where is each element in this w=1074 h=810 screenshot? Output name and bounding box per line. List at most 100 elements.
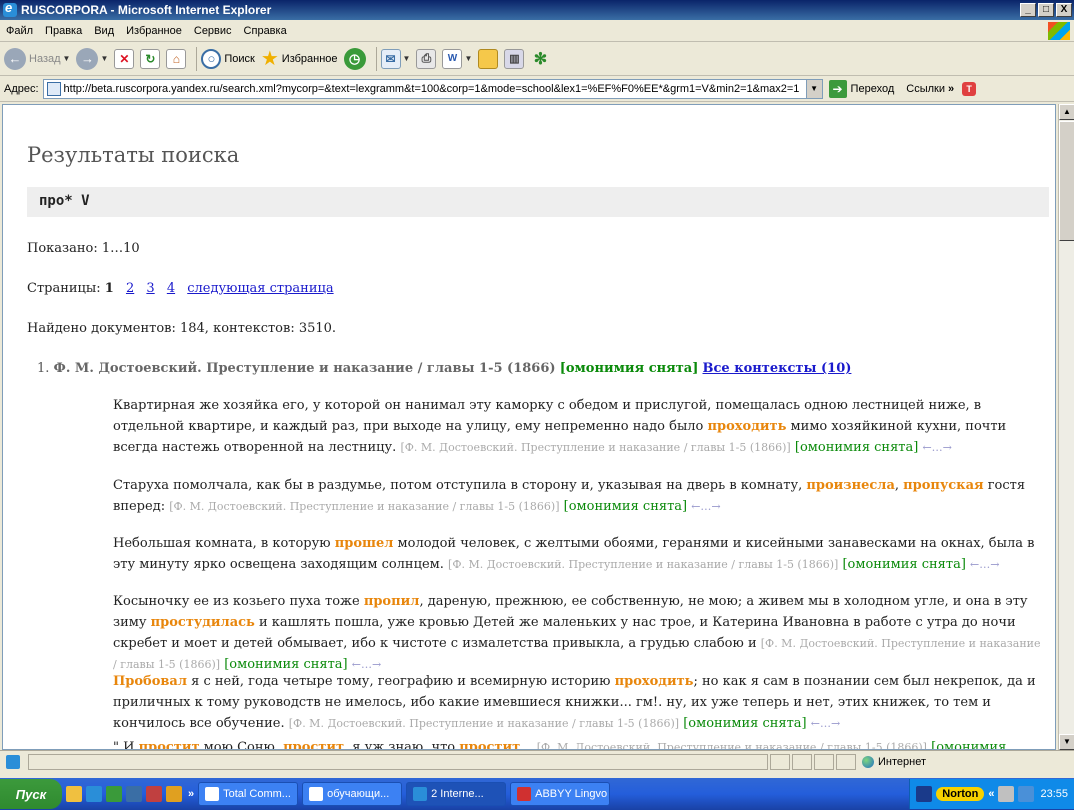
context-nav-arrows[interactable]: ←…→ <box>691 500 720 513</box>
snippet-match: простит <box>138 740 200 750</box>
word-icon[interactable] <box>126 786 142 802</box>
task-label: Total Comm... <box>223 788 291 800</box>
zone-label: Интернет <box>878 755 926 768</box>
menu-favorites[interactable]: Избранное <box>120 25 188 37</box>
minimize-button[interactable]: _ <box>1020 3 1036 17</box>
word-icon[interactable]: W <box>442 48 463 69</box>
source-reference[interactable]: [Ф. М. Достоевский. Преступление и наказ… <box>400 441 790 454</box>
links-button[interactable]: Ссылки <box>906 83 945 95</box>
snippet-text: Косыночку ее из козьего пуха тоже <box>113 594 364 609</box>
address-url[interactable]: http://beta.ruscorpora.yandex.ru/search.… <box>64 83 806 95</box>
menu-tools[interactable]: Сервис <box>188 25 238 37</box>
menu-view[interactable]: Вид <box>88 25 120 37</box>
context-nav-arrows[interactable]: ←…→ <box>352 658 381 671</box>
folder-icon[interactable] <box>166 786 182 802</box>
ie-icon <box>413 787 428 801</box>
start-button[interactable]: Пуск <box>0 779 62 809</box>
current-page: 1 <box>104 281 114 296</box>
source-reference[interactable]: [Ф. М. Достоевский. Преступление и наказ… <box>537 741 927 749</box>
taskbar-button-document[interactable]: обучающи... <box>302 782 403 806</box>
taskbar-button-total-commander[interactable]: Total Comm... <box>198 782 299 806</box>
go-button[interactable]: ➔ Переход <box>828 79 894 98</box>
volume-icon[interactable] <box>998 786 1015 802</box>
scroll-up-button[interactable]: ▲ <box>1059 104 1074 120</box>
translate-icon[interactable]: T <box>962 81 977 96</box>
chevron-right-icon[interactable]: » <box>188 788 194 800</box>
context-snippet: Старуха помолчала, как бы в раздумье, по… <box>113 475 1047 517</box>
page-link-3[interactable]: 3 <box>146 281 154 296</box>
globe-icon <box>862 755 874 768</box>
back-button[interactable]: ← Назад ▼ <box>4 47 71 70</box>
homonymy-note: [омонимия снята] <box>794 440 919 455</box>
window-title: RUSCORPORA - Microsoft Internet Explorer <box>21 3 272 17</box>
snippet-text: , я уж знаю, что <box>344 740 460 750</box>
norton-icon[interactable]: Norton <box>936 787 985 801</box>
scroll-thumb[interactable] <box>1059 121 1074 241</box>
tray-expand-button[interactable]: « <box>988 788 994 800</box>
source-reference[interactable]: [Ф. М. Достоевский. Преступление и наказ… <box>169 500 559 513</box>
close-button[interactable]: X <box>1056 3 1072 17</box>
menu-help[interactable]: Справка <box>238 25 293 37</box>
ie-page-icon <box>6 754 20 769</box>
source-reference[interactable]: [Ф. М. Достоевский. Преступление и наказ… <box>448 558 838 571</box>
favorites-button[interactable]: ★ Избранное <box>261 46 338 71</box>
address-label: Адрес: <box>4 82 39 95</box>
snippet-text: я с ней, года четыре тому, географию и в… <box>187 674 615 689</box>
chevron-down-icon[interactable]: ▼ <box>464 54 472 63</box>
context-snippet: Квартирная же хозяйка его, у которой он … <box>113 395 1047 458</box>
menu-edit[interactable]: Правка <box>39 25 88 37</box>
quicklaunch-icon[interactable] <box>66 786 82 802</box>
snippet-text: мою Соню, <box>199 740 284 750</box>
address-input[interactable]: http://beta.ruscorpora.yandex.ru/search.… <box>42 78 823 99</box>
taskbar-button-lingvo[interactable]: ABBYY Lingvo <box>510 782 611 806</box>
back-arrow-icon: ← <box>4 47 26 70</box>
snippet-match: простит <box>283 740 345 750</box>
home-icon[interactable]: ⌂ <box>166 48 187 69</box>
page-content: Результаты поиска про* V Показано: 1…10 … <box>2 104 1056 750</box>
chevron-down-icon[interactable]: ▼ <box>63 54 71 63</box>
task-label: обучающи... <box>327 788 390 800</box>
scroll-down-button[interactable]: ▼ <box>1059 734 1074 750</box>
word-icon <box>309 787 324 801</box>
vertical-scrollbar[interactable]: ▲ ▼ <box>1058 104 1074 750</box>
context-nav-arrows[interactable]: ←…→ <box>970 558 999 571</box>
result-title: Ф. М. Достоевский. Преступление и наказа… <box>53 361 556 376</box>
folder-icon[interactable] <box>478 48 499 69</box>
taskbar-button-ie[interactable]: 2 Interne... <box>406 782 507 806</box>
language-icon[interactable] <box>916 786 933 802</box>
messenger-icon[interactable]: ✻ <box>530 49 550 69</box>
chevron-down-icon[interactable]: ▼ <box>805 79 822 98</box>
toolbar: ← Назад ▼ → ▼ ✕ ↻ ⌂ ○ Поиск ★ Избранное … <box>0 42 1074 76</box>
chevron-down-icon[interactable]: ▼ <box>403 54 411 63</box>
ie-icon[interactable] <box>86 786 102 802</box>
stop-icon[interactable]: ✕ <box>114 48 135 69</box>
homonymy-badge: [омонимия снята] <box>559 361 699 376</box>
excel-icon[interactable] <box>106 786 122 802</box>
chevron-right-icon[interactable]: » <box>948 83 954 95</box>
menu-file[interactable]: Файл <box>0 25 39 37</box>
next-page-link[interactable]: следующая страница <box>187 281 333 296</box>
page-link-4[interactable]: 4 <box>167 281 175 296</box>
back-label: Назад <box>29 52 61 65</box>
clock: 23:55 <box>1040 788 1068 800</box>
snippet-match: пропуская <box>903 478 984 493</box>
refresh-icon[interactable]: ↻ <box>140 48 161 69</box>
snippet-match: проходить <box>614 674 694 689</box>
all-contexts-link[interactable]: Все контексты (10) <box>703 361 852 376</box>
page-icon <box>46 81 61 96</box>
maximize-button[interactable]: □ <box>1038 3 1054 17</box>
source-reference[interactable]: [Ф. М. Достоевский. Преступление и наказ… <box>289 717 679 730</box>
app-icon[interactable] <box>146 786 162 802</box>
context-snippet: Пробовал я с ней, года четыре тому, геог… <box>113 671 1047 734</box>
network-icon[interactable] <box>1018 786 1035 802</box>
search-button[interactable]: ○ Поиск <box>201 48 255 69</box>
history-icon[interactable]: ◷ <box>343 47 366 70</box>
books-icon[interactable]: ▥ <box>504 48 525 69</box>
page-link-2[interactable]: 2 <box>126 281 134 296</box>
context-nav-arrows[interactable]: ←…→ <box>922 441 951 454</box>
chevron-down-icon[interactable]: ▼ <box>100 54 108 63</box>
mail-icon[interactable]: ✉ <box>380 48 401 69</box>
print-icon[interactable]: ⎙ <box>416 48 437 69</box>
context-nav-arrows[interactable]: ←…→ <box>811 717 840 730</box>
forward-button[interactable]: → ▼ <box>76 47 108 70</box>
